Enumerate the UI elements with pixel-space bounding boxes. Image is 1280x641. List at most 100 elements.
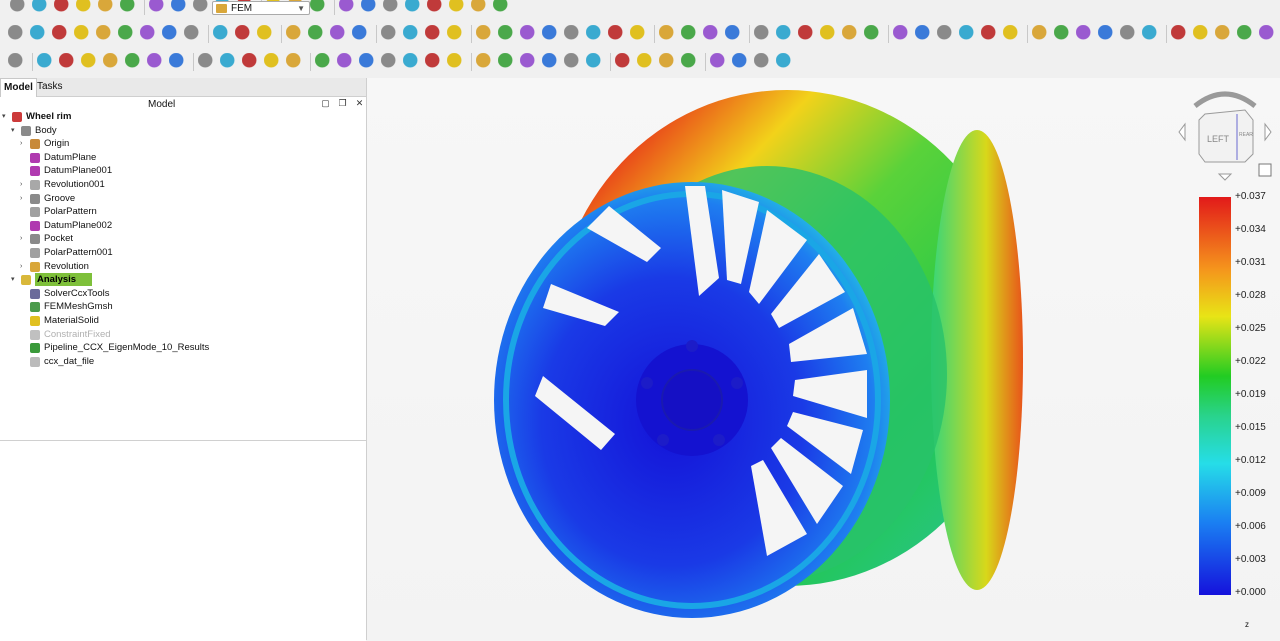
toolbar-button-icon[interactable]: [98, 0, 116, 15]
toolbar-button-icon[interactable]: [1142, 25, 1160, 43]
toolbar-button-icon[interactable]: [52, 25, 70, 43]
toolbar-button-icon[interactable]: [425, 25, 443, 43]
toolbar-button-icon[interactable]: [586, 25, 604, 43]
toolbar-button-icon[interactable]: [337, 53, 355, 71]
toolbar-button-icon[interactable]: [74, 25, 92, 43]
toolbar-button-icon[interactable]: [1076, 25, 1094, 43]
toolbar-button-icon[interactable]: [308, 25, 326, 43]
tab-tasks[interactable]: Tasks: [34, 78, 66, 96]
toolbar-button-icon[interactable]: [339, 0, 357, 15]
collapse-icon[interactable]: ▢: [321, 99, 330, 108]
toolbar-button-icon[interactable]: [1098, 25, 1116, 43]
toolbar-button-icon[interactable]: [915, 25, 933, 43]
toolbar-button-icon[interactable]: [564, 53, 582, 71]
toolbar-button-icon[interactable]: [659, 53, 677, 71]
3d-viewport[interactable]: LEFT REAR +0.037 +0.034 +0.031 +0.028 +0.025…: [367, 78, 1280, 640]
toolbar-button-icon[interactable]: [564, 25, 582, 43]
toolbar-button-icon[interactable]: [476, 53, 494, 71]
toolbar-button-icon[interactable]: [798, 25, 816, 43]
expand-arrow-icon[interactable]: ›: [20, 260, 28, 273]
toolbar-button-icon[interactable]: [147, 53, 165, 71]
toolbar-button-icon[interactable]: [754, 25, 772, 43]
toolbar-button-icon[interactable]: [1215, 25, 1233, 43]
toolbar-button-icon[interactable]: [608, 25, 626, 43]
toolbar-button-icon[interactable]: [37, 53, 55, 71]
toolbar-button-icon[interactable]: [447, 25, 465, 43]
toolbar-button-icon[interactable]: [184, 25, 202, 43]
toolbar-button-icon[interactable]: [103, 53, 121, 71]
toolbar-button-icon[interactable]: [125, 53, 143, 71]
toolbar-button-icon[interactable]: [54, 0, 72, 15]
toolbar-button-icon[interactable]: [447, 53, 465, 71]
toolbar-button-icon[interactable]: [30, 25, 48, 43]
toolbar-button-icon[interactable]: [162, 25, 180, 43]
toolbar-button-icon[interactable]: [32, 0, 50, 15]
toolbar-button-icon[interactable]: [842, 25, 860, 43]
toolbar-button-icon[interactable]: [520, 25, 538, 43]
toolbar-button-icon[interactable]: [542, 25, 560, 43]
toolbar-button-icon[interactable]: [286, 25, 304, 43]
toolbar-button-icon[interactable]: [471, 0, 489, 15]
toolbar-button-icon[interactable]: [476, 25, 494, 43]
toolbar-button-icon[interactable]: [171, 0, 189, 15]
toolbar-button-icon[interactable]: [330, 25, 348, 43]
expand-arrow-icon[interactable]: ▾: [11, 273, 19, 286]
toolbar-button-icon[interactable]: [361, 0, 379, 15]
toolbar-button-icon[interactable]: [681, 25, 699, 43]
toolbar-button-icon[interactable]: [1120, 25, 1138, 43]
toolbar-button-icon[interactable]: [381, 25, 399, 43]
toolbar-button-icon[interactable]: [213, 25, 231, 43]
toolbar-button-icon[interactable]: [403, 25, 421, 43]
expand-arrow-icon[interactable]: ›: [20, 137, 28, 150]
toolbar-button-icon[interactable]: [359, 53, 377, 71]
toolbar-button-icon[interactable]: [820, 25, 838, 43]
expand-arrow-icon[interactable]: ▾: [11, 124, 19, 137]
toolbar-button-icon[interactable]: [140, 25, 158, 43]
toolbar-button-icon[interactable]: [981, 25, 999, 43]
toolbar-button-icon[interactable]: [498, 25, 516, 43]
expand-arrow-icon[interactable]: ›: [20, 178, 28, 191]
toolbar-button-icon[interactable]: [286, 53, 304, 71]
toolbar-button-icon[interactable]: [427, 0, 445, 15]
toolbar-button-icon[interactable]: [242, 53, 260, 71]
toolbar-button-icon[interactable]: [449, 0, 467, 15]
toolbar-button-icon[interactable]: [498, 53, 516, 71]
arrow-right-icon[interactable]: [1264, 122, 1272, 142]
toolbar-button-icon[interactable]: [352, 25, 370, 43]
close-icon[interactable]: ✕: [355, 99, 364, 108]
arrow-left-icon[interactable]: [1178, 122, 1186, 142]
toolbar-button-icon[interactable]: [310, 0, 328, 15]
tab-model[interactable]: Model: [0, 78, 37, 97]
toolbar-button-icon[interactable]: [8, 53, 26, 71]
toolbar-button-icon[interactable]: [59, 53, 77, 71]
navigation-cube[interactable]: LEFT REAR: [1175, 84, 1275, 184]
toolbar-button-icon[interactable]: [169, 53, 187, 71]
rotate-arc-icon[interactable]: [1193, 91, 1257, 108]
toolbar-button-icon[interactable]: [1259, 25, 1277, 43]
float-icon[interactable]: ❐: [338, 99, 347, 108]
toolbar-button-icon[interactable]: [681, 53, 699, 71]
toolbar-button-icon[interactable]: [630, 25, 648, 43]
view-menu-icon[interactable]: [1258, 163, 1272, 177]
toolbar-button-icon[interactable]: [703, 25, 721, 43]
toolbar-button-icon[interactable]: [1054, 25, 1072, 43]
toolbar-button-icon[interactable]: [542, 53, 560, 71]
toolbar-button-icon[interactable]: [220, 53, 238, 71]
toolbar-button-icon[interactable]: [1171, 25, 1189, 43]
expand-arrow-icon[interactable]: ›: [20, 192, 28, 205]
toolbar-button-icon[interactable]: [425, 53, 443, 71]
toolbar-button-icon[interactable]: [257, 25, 275, 43]
toolbar-button-icon[interactable]: [937, 25, 955, 43]
toolbar-button-icon[interactable]: [193, 0, 211, 15]
toolbar-button-icon[interactable]: [118, 25, 136, 43]
toolbar-button-icon[interactable]: [637, 53, 655, 71]
expand-arrow-icon[interactable]: ▾: [2, 110, 10, 123]
toolbar-button-icon[interactable]: [754, 53, 772, 71]
toolbar-button-icon[interactable]: [1237, 25, 1255, 43]
toolbar-button-icon[interactable]: [493, 0, 511, 15]
toolbar-button-icon[interactable]: [1032, 25, 1050, 43]
toolbar-button-icon[interactable]: [405, 0, 423, 15]
toolbar-button-icon[interactable]: [615, 53, 633, 71]
toolbar-button-icon[interactable]: [315, 53, 333, 71]
toolbar-button-icon[interactable]: [149, 0, 167, 15]
